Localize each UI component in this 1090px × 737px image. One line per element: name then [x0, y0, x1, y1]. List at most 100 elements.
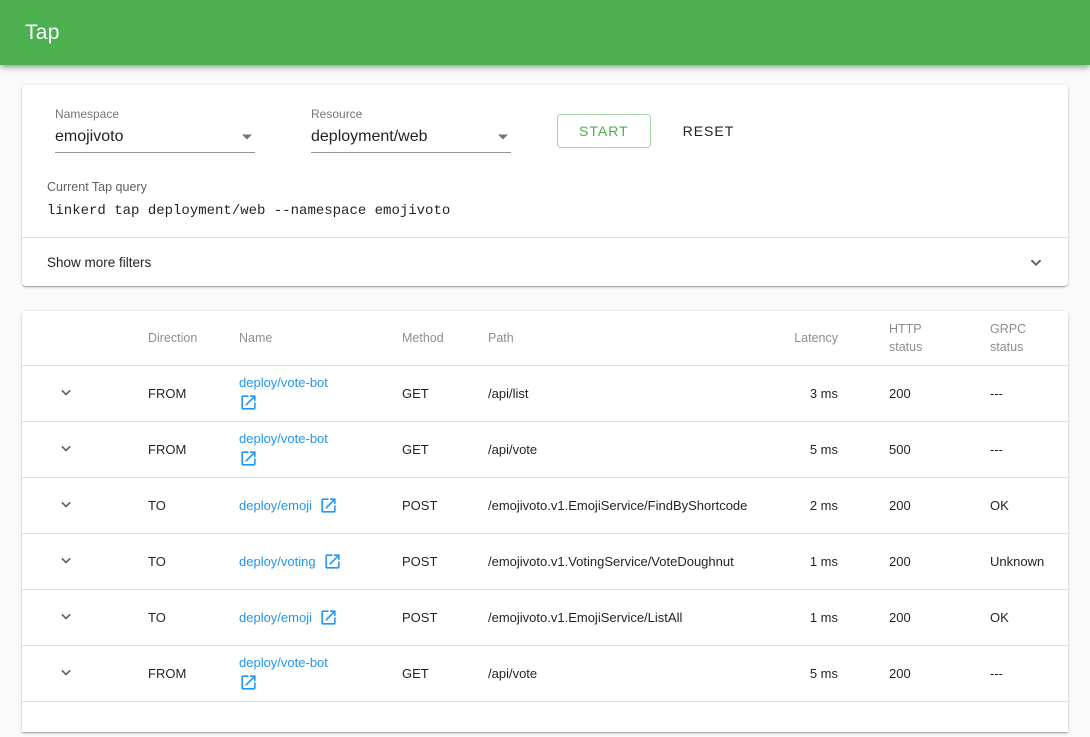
column-header-direction: Direction — [148, 331, 197, 345]
grpc-status-cell: Unknown — [990, 554, 1044, 569]
latency-cell: 5 ms — [810, 442, 838, 457]
chevron-down-icon — [56, 662, 76, 682]
expand-row-button[interactable] — [56, 382, 76, 402]
http-status-cell: 500 — [889, 442, 911, 457]
namespace-label: Namespace — [55, 107, 255, 121]
chevron-down-icon — [56, 438, 76, 458]
method-cell: GET — [402, 442, 429, 457]
reset-button[interactable]: RESET — [675, 114, 743, 148]
expand-row-button[interactable] — [56, 494, 76, 514]
tap-table: Direction Name Method Path Latency HTTP … — [22, 311, 1068, 702]
chevron-down-icon — [1025, 251, 1047, 273]
expand-row-button[interactable] — [56, 438, 76, 458]
grpc-status-cell: --- — [990, 442, 1003, 457]
resource-link[interactable]: deploy/emoji — [239, 498, 312, 513]
current-query-label: Current Tap query — [47, 180, 1043, 194]
http-status-cell: 200 — [889, 666, 911, 681]
show-more-filters-toggle[interactable]: Show more filters — [22, 238, 1068, 286]
current-query-value: linkerd tap deployment/web --namespace e… — [47, 203, 1043, 219]
path-cell: /api/vote — [488, 666, 537, 681]
caret-down-icon — [497, 133, 509, 141]
name-cell: deploy/voting — [239, 552, 343, 571]
method-cell: POST — [402, 498, 437, 513]
open-in-new-icon[interactable] — [319, 496, 338, 515]
grpc-status-cell: OK — [990, 610, 1009, 625]
table-header: Direction Name Method Path Latency HTTP … — [22, 311, 1068, 365]
path-cell: /api/vote — [488, 442, 537, 457]
table-row: TO deploy/emoji POST /emojivoto.v1.Emoji… — [22, 589, 1068, 645]
page-title: Tap — [25, 21, 60, 45]
resource-link[interactable]: deploy/vote-bot — [239, 431, 328, 446]
http-status-cell: 200 — [889, 386, 911, 401]
app-bar: Tap — [0, 0, 1090, 65]
http-status-cell: 200 — [889, 610, 911, 625]
http-status-cell: 200 — [889, 554, 911, 569]
chevron-down-icon — [56, 382, 76, 402]
name-cell: deploy/emoji — [239, 496, 343, 515]
latency-cell: 2 ms — [810, 498, 838, 513]
open-in-new-icon[interactable] — [239, 393, 258, 412]
expand-row-button[interactable] — [56, 550, 76, 570]
resource-value: deployment/web — [311, 128, 428, 146]
grpc-status-cell: OK — [990, 498, 1009, 513]
current-query-section: Current Tap query linkerd tap deployment… — [22, 153, 1068, 237]
resource-link[interactable]: deploy/voting — [239, 554, 316, 569]
resource-label: Resource — [311, 107, 511, 121]
tap-filter-card: Namespace emojivoto Resource deployment/… — [22, 85, 1068, 286]
latency-cell: 5 ms — [810, 666, 838, 681]
chevron-down-icon — [56, 494, 76, 514]
resource-link[interactable]: deploy/emoji — [239, 610, 312, 625]
method-cell: GET — [402, 666, 429, 681]
name-cell: deploy/vote-bot — [239, 655, 343, 692]
direction-cell: TO — [148, 610, 166, 625]
method-cell: POST — [402, 610, 437, 625]
name-cell: deploy/vote-bot — [239, 431, 343, 468]
method-cell: POST — [402, 554, 437, 569]
direction-cell: FROM — [148, 442, 186, 457]
method-cell: GET — [402, 386, 429, 401]
namespace-select[interactable]: Namespace emojivoto — [55, 107, 255, 153]
filter-row: Namespace emojivoto Resource deployment/… — [22, 85, 1068, 153]
column-header-name: Name — [239, 331, 272, 345]
direction-cell: FROM — [148, 666, 186, 681]
resource-select[interactable]: Resource deployment/web — [311, 107, 511, 153]
name-cell: deploy/vote-bot — [239, 375, 343, 412]
latency-cell: 1 ms — [810, 554, 838, 569]
tap-results-card: Direction Name Method Path Latency HTTP … — [22, 311, 1068, 732]
caret-down-icon — [241, 133, 253, 141]
path-cell: /api/list — [488, 386, 528, 401]
open-in-new-icon[interactable] — [239, 449, 258, 468]
grpc-status-cell: --- — [990, 386, 1003, 401]
column-header-latency: Latency — [794, 331, 838, 345]
table-row: FROM deploy/vote-bot GET /api/vote 5 ms … — [22, 421, 1068, 477]
latency-cell: 1 ms — [810, 610, 838, 625]
direction-cell: FROM — [148, 386, 186, 401]
open-in-new-icon[interactable] — [239, 673, 258, 692]
chevron-down-icon — [56, 550, 76, 570]
column-header-path: Path — [488, 331, 514, 345]
page-content: Namespace emojivoto Resource deployment/… — [0, 85, 1090, 732]
http-status-cell: 200 — [889, 498, 911, 513]
path-cell: /emojivoto.v1.EmojiService/FindByShortco… — [488, 498, 747, 513]
direction-cell: TO — [148, 498, 166, 513]
table-row: TO deploy/emoji POST /emojivoto.v1.Emoji… — [22, 477, 1068, 533]
start-button[interactable]: START — [557, 114, 651, 148]
table-row: TO deploy/voting POST /emojivoto.v1.Voti… — [22, 533, 1068, 589]
tap-table-body: FROM deploy/vote-bot GET /api/list 3 ms … — [22, 365, 1068, 701]
resource-link[interactable]: deploy/vote-bot — [239, 375, 328, 390]
chevron-down-icon — [56, 606, 76, 626]
column-header-http-status: HTTP status — [889, 320, 937, 356]
name-cell: deploy/emoji — [239, 608, 343, 627]
open-in-new-icon[interactable] — [319, 608, 338, 627]
expand-row-button[interactable] — [56, 606, 76, 626]
expand-row-button[interactable] — [56, 662, 76, 682]
column-header-method: Method — [402, 331, 444, 345]
open-in-new-icon[interactable] — [323, 552, 342, 571]
show-more-filters-label: Show more filters — [47, 255, 151, 270]
latency-cell: 3 ms — [810, 386, 838, 401]
resource-link[interactable]: deploy/vote-bot — [239, 655, 328, 670]
path-cell: /emojivoto.v1.VotingService/VoteDoughnut — [488, 554, 734, 569]
namespace-value: emojivoto — [55, 128, 123, 146]
direction-cell: TO — [148, 554, 166, 569]
table-row: FROM deploy/vote-bot GET /api/list 3 ms … — [22, 365, 1068, 421]
